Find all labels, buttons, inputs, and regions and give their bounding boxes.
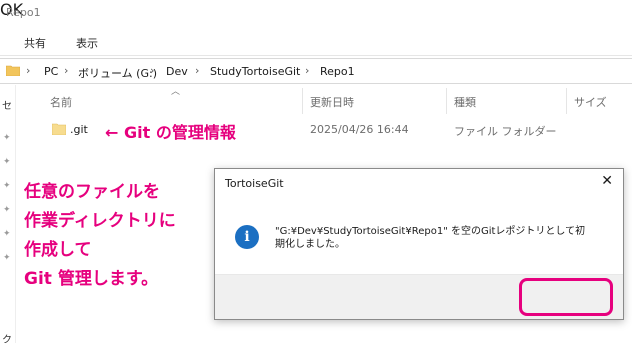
dialog-title: TortoiseGit: [225, 177, 284, 190]
nav-item-partial-label[interactable]: ク: [2, 331, 12, 343]
chevron-right-icon: ›: [195, 64, 200, 77]
column-divider[interactable]: [446, 88, 447, 114]
breadcrumb-pc[interactable]: PC: [44, 65, 58, 78]
window-titlebar: Repo1: [0, 0, 632, 28]
tab-share[interactable]: 共有: [24, 35, 46, 51]
dialog-message: "G:¥Dev¥StudyTortoiseGit¥Repo1" を空のGitレポ…: [275, 226, 586, 250]
annotation-line: Git 管理します。: [24, 269, 159, 289]
annotation-main: 任意のファイルを 作業ディレクトリに 作成して Git 管理します。: [24, 178, 176, 294]
pin-icon: ✦: [3, 253, 11, 263]
column-header-date[interactable]: 更新日時: [310, 94, 354, 110]
annotation-line: 作成して: [24, 240, 92, 260]
file-type: ファイル フォルダー: [454, 125, 557, 138]
pin-icon: ✦: [3, 133, 11, 143]
folder-icon: [52, 123, 66, 135]
file-name[interactable]: .git: [70, 123, 88, 136]
info-icon: i: [235, 225, 259, 249]
window-title: Repo1: [6, 6, 41, 19]
column-header-size[interactable]: サイズ: [574, 94, 607, 110]
chevron-right-icon: ›: [26, 64, 31, 77]
annotation-line: 作業ディレクトリに: [24, 211, 176, 231]
ok-button-highlight: [519, 278, 613, 316]
ribbon: 共有 表示: [0, 28, 632, 56]
annotation-git-folder: ← Git の管理情報: [105, 123, 236, 142]
chevron-right-icon: ›: [64, 64, 69, 77]
pin-icon: ✦: [3, 205, 11, 215]
file-modified-date: 2025/04/26 16:44: [310, 123, 409, 136]
breadcrumb-volume[interactable]: ボリューム (G:): [78, 65, 157, 81]
pin-icon: ✦: [3, 157, 11, 167]
column-header-name[interactable]: 名前: [50, 94, 72, 110]
column-divider[interactable]: [566, 88, 567, 114]
breadcrumb-dev[interactable]: Dev: [166, 65, 188, 78]
pin-icon: ✦: [3, 181, 11, 191]
navigation-pane[interactable]: セ ✦ ✦ ✦ ✦ ✦ ✦ ク: [0, 85, 16, 343]
close-icon[interactable]: ✕: [601, 173, 613, 189]
address-bar[interactable]: › PC › ボリューム (G:) › Dev › StudyTortoiseG…: [0, 58, 632, 84]
breadcrumb-repo1[interactable]: Repo1: [320, 65, 355, 78]
pin-icon: ✦: [3, 229, 11, 239]
annotation-line: 任意のファイルを: [24, 182, 160, 202]
chevron-right-icon: ›: [150, 64, 155, 77]
column-divider[interactable]: [302, 88, 303, 114]
sort-caret-icon: ︿: [171, 87, 181, 97]
folder-icon: [6, 65, 20, 76]
breadcrumb-studytortoisegit[interactable]: StudyTortoiseGit: [210, 65, 300, 78]
column-header-type[interactable]: 種類: [454, 94, 476, 110]
chevron-right-icon: ›: [305, 64, 310, 77]
nav-item-partial-label[interactable]: セ: [2, 97, 12, 112]
tab-view[interactable]: 表示: [76, 35, 98, 51]
